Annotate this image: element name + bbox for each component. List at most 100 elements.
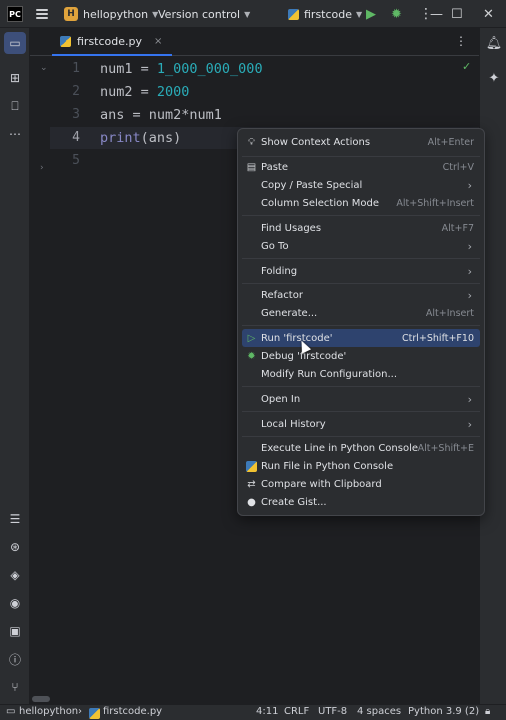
tab-more-icon[interactable]: ⋮ — [455, 34, 467, 48]
git-branch-icon: ⑂ — [11, 680, 19, 694]
project-badge: H — [64, 7, 78, 21]
line-number: 5 — [72, 153, 80, 168]
line-number: 1 — [72, 61, 80, 76]
menu-item-local-history[interactable]: Local History › — [242, 415, 480, 433]
menu-separator — [242, 386, 480, 387]
minimize-button[interactable]: — — [424, 0, 443, 28]
menu-item-go-to[interactable]: Go To › — [242, 237, 480, 255]
indent-setting[interactable]: 4 spaces — [357, 706, 401, 717]
paste-icon: ▤ — [246, 161, 257, 173]
code-line: print(ans) — [100, 130, 182, 146]
pycharm-logo-icon: PC — [7, 6, 23, 22]
project-tool-button[interactable]: ▭ — [4, 32, 26, 54]
menu-item-generate[interactable]: Generate... Alt+Insert — [242, 304, 480, 322]
vcs-label: Version control — [158, 7, 241, 21]
menu-item-column-selection[interactable]: Column Selection Mode Alt+Shift+Insert — [242, 194, 480, 212]
close-window-button[interactable]: ✕ — [483, 0, 494, 28]
more-tools-button[interactable]: ⋯ — [4, 123, 26, 145]
menu-separator — [242, 258, 480, 259]
python-interpreter[interactable]: Python 3.9 (2) — [408, 706, 479, 717]
menu-separator — [242, 436, 480, 437]
layers-tool-button[interactable]: ◈ — [4, 564, 26, 586]
chevron-down-icon: ▼ — [356, 9, 363, 19]
menu-item-run-file-console[interactable]: Run File in Python Console — [242, 457, 480, 475]
horizontal-scrollbar[interactable] — [30, 694, 479, 704]
hamburger-icon — [36, 9, 48, 19]
structure-tool-button[interactable]: ⊞ — [4, 67, 26, 89]
bell-icon: 🔔︎ — [485, 35, 503, 51]
vcs-selector[interactable]: Version control ▼ — [158, 0, 250, 28]
code-line: num2 = 2000 — [100, 84, 190, 100]
menu-separator — [242, 156, 480, 157]
python-packages-button[interactable]: ⊛ — [4, 536, 26, 558]
fold-icon[interactable]: ⌄ — [40, 63, 48, 73]
menu-item-compare-clipboard[interactable]: ⇄ Compare with Clipboard — [242, 475, 480, 493]
breadcrumb-project[interactable]: hellopython — [19, 706, 78, 717]
maximize-button[interactable]: ☐ — [451, 0, 463, 28]
problems-tool-button[interactable]: ⓘ — [4, 648, 26, 670]
breadcrumb-file[interactable]: firstcode.py — [103, 706, 162, 717]
inspection-ok-icon[interactable]: ✓ — [462, 60, 471, 73]
minimize-icon: — — [430, 6, 443, 22]
menu-item-execute-line[interactable]: Execute Line in Python Console Alt+Shift… — [242, 439, 480, 457]
terminal-tool-button[interactable]: ▣ — [4, 620, 26, 642]
app-logo[interactable]: PC — [7, 0, 23, 28]
bulb-icon: 💡︎ — [248, 136, 255, 148]
line-number: 3 — [72, 107, 80, 122]
menu-item-show-context-actions[interactable]: 💡︎ Show Context Actions Alt+Enter — [242, 133, 480, 151]
lock-icon[interactable]: 🔒︎ — [485, 706, 490, 717]
menu-item-open-in[interactable]: Open In › — [242, 390, 480, 408]
menu-item-modify-run-config[interactable]: Modify Run Configuration... — [242, 365, 480, 383]
menu-item-run[interactable]: ▷ Run 'firstcode' Ctrl+Shift+F10 — [242, 329, 480, 347]
bookmark-icon: ⎕ — [11, 98, 19, 113]
bookmarks-tool-button[interactable]: ⎕ — [4, 95, 26, 117]
editor-tabs: firstcode.py × ⋮ — [30, 28, 479, 56]
run-config-selector[interactable]: firstcode ▼ — [288, 0, 362, 28]
menu-item-create-gist[interactable]: ● Create Gist... — [242, 493, 480, 511]
main-menu-button[interactable] — [36, 0, 48, 28]
line-separator[interactable]: CRLF — [284, 706, 309, 717]
run-config-name: firstcode — [304, 7, 353, 21]
menu-item-refactor[interactable]: Refactor › — [242, 286, 480, 304]
fold-expand-icon[interactable]: › — [40, 163, 44, 173]
file-encoding[interactable]: UTF-8 — [318, 706, 347, 717]
code-line: ans = num2*num1 — [100, 107, 222, 123]
menu-item-copy-paste-special[interactable]: Copy / Paste Special › — [242, 176, 480, 194]
menu-item-folding[interactable]: Folding › — [242, 262, 480, 280]
run-button[interactable]: ▶ — [366, 0, 376, 28]
line-number: 2 — [72, 84, 80, 99]
menu-separator — [242, 325, 480, 326]
menu-separator — [242, 411, 480, 412]
play-circle-icon: ◉ — [9, 596, 21, 610]
caret-position[interactable]: 4:11 — [256, 706, 278, 717]
debug-icon: ✹ — [247, 350, 256, 362]
tab-label: firstcode.py — [77, 34, 143, 48]
folder-icon: ▭ — [9, 36, 21, 50]
python-icon — [246, 460, 257, 472]
debug-button[interactable]: ✹ — [391, 0, 402, 28]
close-tab-icon[interactable]: × — [154, 36, 162, 47]
git-tool-button[interactable]: ⑂ — [4, 676, 26, 698]
line-number: 4 — [72, 130, 80, 145]
menu-item-paste[interactable]: ▤ Paste Ctrl+V — [242, 158, 480, 176]
status-bar: ▭ hellopython › firstcode.py 4:11 CRLF U… — [0, 704, 506, 720]
python-console-icon: ⊛ — [9, 540, 21, 554]
tab-firstcode[interactable]: firstcode.py × — [52, 28, 173, 56]
menu-item-find-usages[interactable]: Find Usages Alt+F7 — [242, 219, 480, 237]
structure-icon: ⊞ — [9, 71, 21, 85]
menu-item-debug[interactable]: ✹ Debug 'firstcode' — [242, 347, 480, 365]
scrollbar-thumb[interactable] — [32, 696, 50, 702]
todo-tool-button[interactable]: ☰ — [4, 508, 26, 530]
chevron-down-icon: ▼ — [244, 9, 251, 19]
submenu-arrow-icon: › — [467, 288, 472, 302]
ai-assistant-button[interactable]: ✦ — [484, 68, 504, 88]
github-icon: ● — [247, 496, 256, 508]
project-selector[interactable]: H hellopython ▼ — [64, 0, 158, 28]
bug-icon: ✹ — [391, 6, 402, 22]
python-file-icon — [89, 708, 100, 719]
more-horizontal-icon: ⋯ — [9, 127, 21, 141]
status-project-icon: ▭ — [6, 706, 16, 717]
services-tool-button[interactable]: ◉ — [4, 592, 26, 614]
notifications-button[interactable]: 🔔︎ — [484, 33, 504, 53]
code-line: num1 = 1_000_000_000 — [100, 61, 263, 77]
